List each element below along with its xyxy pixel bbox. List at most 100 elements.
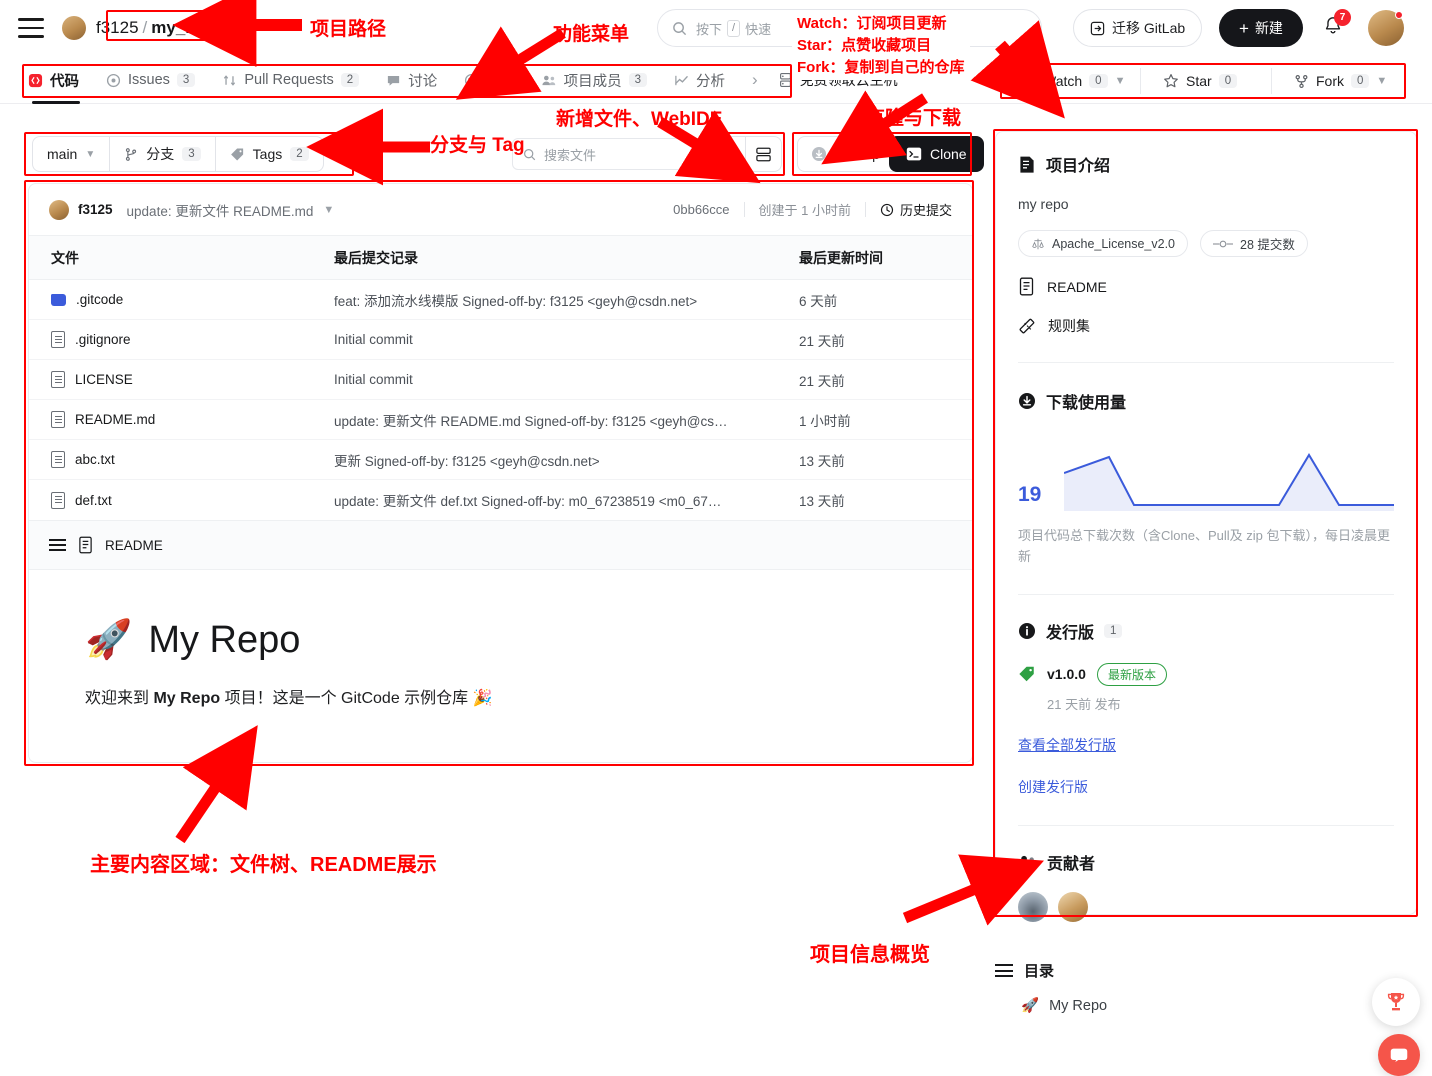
new-button[interactable]: + 新建 [1219, 9, 1303, 47]
commit-history-label: 历史提交 [900, 200, 952, 219]
table-row[interactable]: abc.txt 更新 Signed-off-by: f3125 <geyh@cs… [29, 440, 972, 480]
tab-members[interactable]: 项目成员 3 [541, 70, 647, 91]
feedback-icon[interactable] [1378, 1034, 1420, 1076]
file-name[interactable]: LICENSE [75, 372, 133, 387]
tab-pull-requests-label: Pull Requests [244, 72, 333, 88]
section-title-usage: 下载使用量 [1018, 389, 1394, 413]
rocket-emoji-icon: 🚀 [1021, 997, 1039, 1014]
chevron-down-icon[interactable]: ▼ [1376, 75, 1387, 87]
readme-title-heading: 🚀 My Repo [85, 618, 972, 662]
license-chip[interactable]: Apache_License_v2.0 [1018, 230, 1188, 257]
commit-author-avatar[interactable] [49, 200, 69, 220]
file-commit-message: update: 更新文件 def.txt Signed-off-by: m0_6… [334, 490, 799, 510]
annotation-main-content: 主要内容区域：文件树、README展示 [90, 848, 437, 877]
tab-members-label: 项目成员 [564, 70, 622, 91]
commit-hash[interactable]: 0bb66cce [673, 202, 729, 217]
table-row[interactable]: .gitignore Initial commit 21 天前 [29, 320, 972, 360]
fork-count: 0 [1351, 74, 1369, 88]
migrate-gitlab-button[interactable]: 迁移 GitLab [1073, 9, 1202, 47]
tags-button[interactable]: Tags 2 [216, 136, 324, 172]
table-row[interactable]: README.md update: 更新文件 README.md Signed-… [29, 400, 972, 440]
catalog-header: 目录 [995, 960, 1417, 981]
contributor-avatar-1[interactable] [1018, 892, 1048, 922]
cloud-host-link[interactable]: 免费领取云主机 [778, 70, 898, 90]
create-release-link[interactable]: 创建发行版 [1018, 777, 1394, 797]
fork-button[interactable]: Fork 0 ▼ [1281, 66, 1400, 96]
search-placeholder-prefix: 按下 [696, 19, 722, 38]
sidebar-link-ruleset[interactable]: 规则集 [1018, 316, 1394, 336]
annotation-branch-tag: 分支与 Tag [430, 130, 525, 157]
tab-code-label: 代码 [50, 70, 79, 91]
file-name[interactable]: def.txt [75, 493, 112, 508]
list-icon[interactable] [49, 539, 66, 550]
tags-count: 2 [290, 147, 308, 161]
comment-icon [386, 73, 401, 88]
list-item[interactable]: 🚀 My Repo [1021, 997, 1417, 1014]
breadcrumb: f3125 / my_repo [96, 18, 222, 38]
trophy-icon[interactable] [1372, 978, 1420, 1026]
readme-text-prefix: 欢迎来到 [85, 690, 153, 707]
section-title-intro: 项目介绍 [1018, 152, 1394, 176]
readme-text-bold: My Repo [153, 690, 220, 707]
download-zip-button[interactable]: 下载zip [797, 136, 894, 172]
chevron-right-icon[interactable]: › [752, 70, 758, 90]
repo-owner[interactable]: f3125 [96, 18, 139, 38]
add-file-button[interactable]: + [710, 136, 746, 172]
file-search-input[interactable]: 搜索文件 [512, 138, 697, 170]
server-icon [778, 72, 793, 88]
plus-icon: + [1239, 20, 1249, 37]
clone-button[interactable]: Clone [889, 136, 984, 172]
readme-paragraph: 欢迎来到 My Repo 项目！这是一个 GitCode 示例仓库 🎉 [85, 684, 972, 708]
file-search-placeholder: 搜索文件 [544, 145, 596, 164]
file-name[interactable]: abc.txt [75, 452, 115, 467]
gitcode-repo-page: f3125 / my_repo 按下 / 快速 迁移 GitLab + 新建 [0, 0, 1432, 1056]
list-icon[interactable] [995, 964, 1013, 977]
tab-members-count: 3 [629, 73, 647, 87]
star-button[interactable]: Star 0 [1150, 66, 1250, 96]
commit-message[interactable]: update: 更新文件 README.md [127, 200, 314, 220]
table-row[interactable]: LICENSE Initial commit 21 天前 [29, 360, 972, 400]
commit-history-link[interactable]: 历史提交 [880, 200, 952, 219]
commit-author[interactable]: f3125 [78, 202, 113, 217]
file-name[interactable]: .gitcode [76, 292, 123, 307]
webide-button[interactable] [746, 136, 782, 172]
people-icon [1018, 854, 1037, 870]
watch-button[interactable]: Watch 0 ▼ [1008, 66, 1138, 96]
file-icon [51, 492, 65, 509]
divider [1271, 68, 1272, 94]
release-count: 1 [1104, 624, 1122, 638]
tab-pull-requests[interactable]: Pull Requests 2 [222, 72, 359, 88]
file-name[interactable]: README.md [75, 412, 155, 427]
tab-discussion[interactable]: 讨论 [386, 70, 437, 91]
tab-issues[interactable]: Issues 3 [106, 72, 195, 88]
table-row[interactable]: .gitcode feat: 添加流水线模版 Signed-off-by: f3… [29, 280, 972, 320]
fork-icon [1294, 74, 1309, 89]
table-row[interactable]: def.txt update: 更新文件 def.txt Signed-off-… [29, 480, 972, 520]
column-header-file: 文件 [29, 248, 334, 268]
terminal-icon [906, 146, 922, 162]
file-name[interactable]: .gitignore [75, 332, 131, 347]
tab-wiki[interactable]: Wiki [464, 72, 513, 88]
view-all-releases-link[interactable]: 查看全部发行版 [1018, 735, 1394, 755]
brand-avatar[interactable] [62, 16, 86, 40]
sidebar-link-readme[interactable]: README [1018, 277, 1394, 296]
branch-selector[interactable]: main ▼ [32, 136, 110, 172]
avatar[interactable] [1368, 10, 1404, 46]
hamburger-icon[interactable] [18, 18, 44, 38]
tab-analytics[interactable]: 分析 [674, 70, 725, 91]
avatar-status-dot [1395, 11, 1403, 19]
notifications-button[interactable]: 7 [1322, 15, 1346, 39]
chevron-down-icon[interactable]: ▼ [323, 204, 334, 216]
global-search-input[interactable]: 按下 / 快速 [657, 9, 1042, 47]
project-description: my repo [1018, 196, 1394, 212]
commits-chip[interactable]: 28 提交数 [1200, 230, 1308, 257]
release-item[interactable]: v1.0.0 最新版本 [1018, 663, 1394, 686]
search-placeholder-suffix: 快速 [745, 19, 771, 38]
chevron-down-icon[interactable]: ▼ [1115, 75, 1126, 87]
branches-button[interactable]: 分支 3 [110, 136, 215, 172]
tab-code[interactable]: 代码 [28, 70, 79, 91]
repo-name[interactable]: my_repo [151, 18, 222, 38]
tab-wiki-label: Wiki [486, 72, 513, 88]
contributor-avatar-2[interactable] [1058, 892, 1088, 922]
contributor-list [1018, 892, 1394, 922]
